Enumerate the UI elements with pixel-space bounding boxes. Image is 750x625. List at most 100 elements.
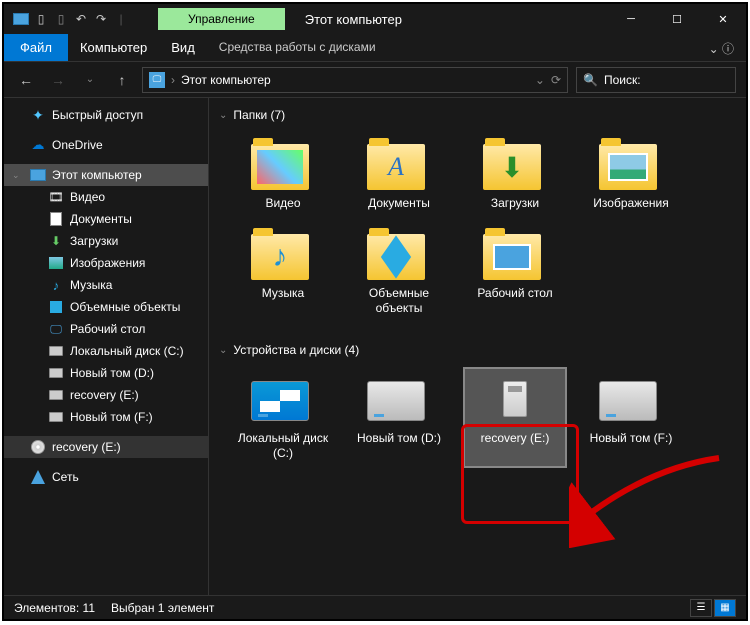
- sidebar-item-downloads[interactable]: ⬇Загрузки: [4, 230, 208, 252]
- group-header-drives[interactable]: ⌄ Устройства и диски (4): [217, 337, 738, 363]
- tab-computer[interactable]: Компьютер: [68, 34, 159, 61]
- sidebar-item-music[interactable]: ♪ Музыка: [4, 274, 208, 296]
- sidebar-quick-access[interactable]: ✦ Быстрый доступ: [4, 104, 208, 126]
- film-icon: 🎞: [48, 189, 64, 205]
- sidebar-item-label: Локальный диск (C:): [70, 344, 184, 358]
- picture-icon: [48, 255, 64, 271]
- ribbon-tabs: Файл Компьютер Вид Средства работы с дис…: [4, 34, 746, 62]
- group-header-folders[interactable]: ⌄ Папки (7): [217, 102, 738, 128]
- address-bar[interactable]: 🖵 › Этот компьютер ⌄ ⟳: [142, 67, 568, 93]
- sidebar-item-3d[interactable]: Объемные объекты: [4, 296, 208, 318]
- group-title: Папки (7): [233, 108, 285, 122]
- ribbon-expand-icon[interactable]: ⌄ ⓘ: [697, 34, 746, 61]
- sidebar-item-drive-f[interactable]: Новый том (F:): [4, 406, 208, 428]
- desktop-icon: 🖵: [48, 321, 64, 337]
- drive-icon: [48, 365, 64, 381]
- drive-e-recovery[interactable]: recovery (E:): [465, 369, 565, 466]
- item-label: Документы: [368, 196, 430, 210]
- drive-d[interactable]: Новый том (D:): [349, 369, 449, 466]
- item-label: Новый том (D:): [357, 431, 441, 445]
- item-label: Загрузки: [491, 196, 539, 210]
- breadcrumb[interactable]: Этот компьютер: [181, 73, 529, 87]
- file-tab[interactable]: Файл: [4, 34, 68, 61]
- maximize-button[interactable]: ☐: [654, 4, 700, 34]
- folder-3d-objects[interactable]: Объемные объекты: [349, 224, 449, 321]
- search-input[interactable]: 🔍 Поиск:: [576, 67, 736, 93]
- sidebar-item-label: Этот компьютер: [52, 168, 142, 182]
- search-placeholder: Поиск:: [604, 73, 641, 87]
- pc-icon: [30, 167, 46, 183]
- qat-properties-icon[interactable]: ▯: [32, 10, 50, 28]
- qat-undo-icon[interactable]: ↶: [72, 10, 90, 28]
- up-button[interactable]: ↑: [110, 68, 134, 92]
- sidebar-item-pictures[interactable]: Изображения: [4, 252, 208, 274]
- drive-f[interactable]: Новый том (F:): [581, 369, 681, 466]
- view-details-button[interactable]: ☰: [690, 599, 712, 617]
- sidebar-item-label: Новый том (F:): [70, 410, 153, 424]
- sidebar-item-label: recovery (E:): [52, 440, 121, 454]
- title-bar: ▯ ▯ ↶ ↷ | Управление Этот компьютер ─ ☐ …: [4, 4, 746, 34]
- sidebar-item-label: Рабочий стол: [70, 322, 145, 336]
- chevron-down-icon[interactable]: ⌄: [219, 345, 227, 356]
- close-button[interactable]: ✕: [700, 4, 746, 34]
- tab-drive-tools[interactable]: Средства работы с дисками: [207, 34, 388, 61]
- item-label: Изображения: [593, 196, 668, 210]
- sidebar-recovery-e[interactable]: recovery (E:): [4, 436, 208, 458]
- sidebar-item-label: Сеть: [52, 470, 79, 484]
- sidebar-onedrive[interactable]: ☁ OneDrive: [4, 134, 208, 156]
- folder-desktop[interactable]: Рабочий стол: [465, 224, 565, 321]
- sidebar-item-videos[interactable]: 🎞Видео: [4, 186, 208, 208]
- folder-downloads[interactable]: ⬇Загрузки: [465, 134, 565, 216]
- item-label: Локальный диск (C:): [237, 431, 329, 460]
- sidebar-network[interactable]: Сеть: [4, 466, 208, 488]
- sidebar-item-documents[interactable]: Документы: [4, 208, 208, 230]
- sidebar-item-drive-c[interactable]: Локальный диск (C:): [4, 340, 208, 362]
- qat-divider: |: [112, 10, 130, 28]
- folder-videos[interactable]: Видео: [233, 134, 333, 216]
- download-icon: ⬇: [48, 233, 64, 249]
- drive-icon: [48, 409, 64, 425]
- item-label: recovery (E:): [481, 431, 550, 445]
- music-icon: ♪: [48, 277, 64, 293]
- recent-dropdown[interactable]: ⌄: [78, 68, 102, 92]
- view-icons-button[interactable]: ▦: [714, 599, 736, 617]
- drive-icon: [48, 387, 64, 403]
- item-label: Музыка: [262, 286, 304, 300]
- status-bar: Элементов: 11 Выбран 1 элемент ☰ ▦: [4, 595, 746, 619]
- cloud-icon: ☁: [30, 137, 46, 153]
- content-pane[interactable]: ⌄ Папки (7) Видео AДокументы ⬇Загрузки И…: [209, 98, 746, 595]
- sidebar-item-label: Быстрый доступ: [52, 108, 143, 122]
- drive-c[interactable]: Локальный диск (C:): [233, 369, 333, 466]
- sidebar-this-pc[interactable]: ⌄ Этот компьютер: [4, 164, 208, 186]
- back-button[interactable]: ←: [14, 68, 38, 92]
- window-title: Этот компьютер: [305, 12, 402, 27]
- chevron-down-icon[interactable]: ⌄: [219, 110, 227, 121]
- sidebar-item-desktop[interactable]: 🖵 Рабочий стол: [4, 318, 208, 340]
- tab-view[interactable]: Вид: [159, 34, 207, 61]
- minimize-button[interactable]: ─: [608, 4, 654, 34]
- refresh-icon[interactable]: ⟳: [551, 73, 561, 87]
- address-dropdown-icon[interactable]: ⌄: [535, 73, 545, 87]
- breadcrumb-separator-icon[interactable]: ›: [171, 73, 175, 87]
- sidebar-item-label: recovery (E:): [70, 388, 139, 402]
- contextual-tab-manage[interactable]: Управление: [158, 8, 285, 30]
- sidebar-item-drive-e[interactable]: recovery (E:): [4, 384, 208, 406]
- item-label: Объемные объекты: [353, 286, 445, 315]
- doc-icon: [48, 211, 64, 227]
- search-icon: 🔍: [583, 73, 598, 87]
- cube-icon: [48, 299, 64, 315]
- qat-redo-icon[interactable]: ↷: [92, 10, 110, 28]
- qat-new-icon[interactable]: ▯: [52, 10, 70, 28]
- folder-pictures[interactable]: Изображения: [581, 134, 681, 216]
- forward-button[interactable]: →: [46, 68, 70, 92]
- sidebar-item-label: Объемные объекты: [70, 300, 180, 314]
- sidebar-item-label: Музыка: [70, 278, 112, 292]
- star-icon: ✦: [30, 107, 46, 123]
- sidebar-item-drive-d[interactable]: Новый том (D:): [4, 362, 208, 384]
- drive-icon: [48, 343, 64, 359]
- folder-documents[interactable]: AДокументы: [349, 134, 449, 216]
- chevron-down-icon[interactable]: ⌄: [12, 170, 24, 181]
- item-label: Рабочий стол: [477, 286, 552, 300]
- sidebar-item-label: Изображения: [70, 256, 145, 270]
- folder-music[interactable]: ♪Музыка: [233, 224, 333, 321]
